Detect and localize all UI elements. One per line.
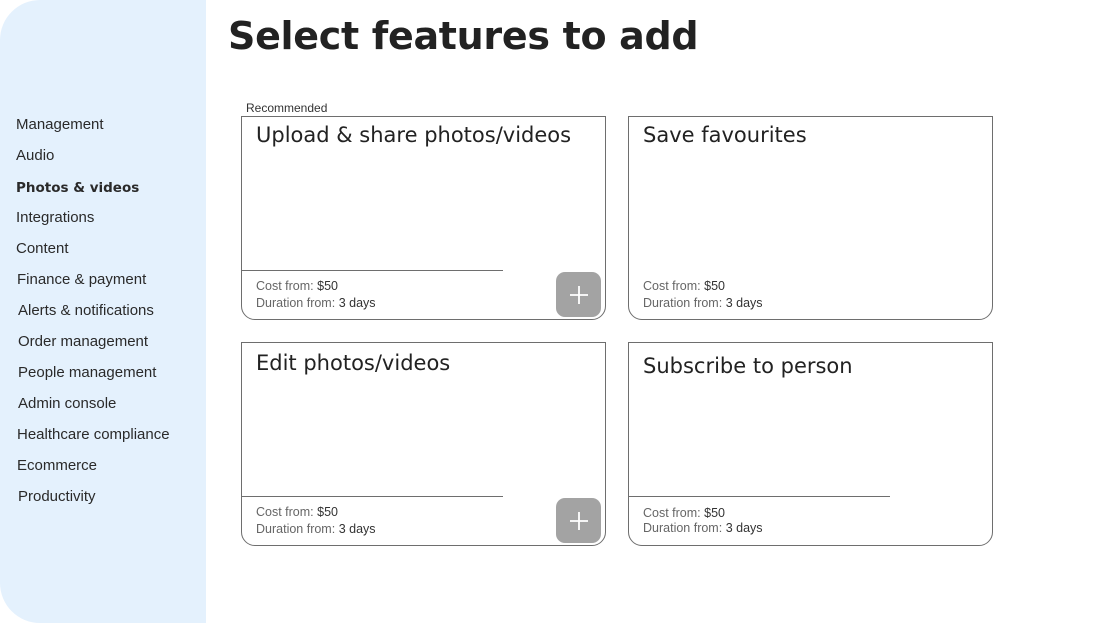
cost-label: Cost from: bbox=[643, 506, 701, 520]
cost-value: $50 bbox=[704, 506, 725, 520]
duration-row: Duration from: 3 days bbox=[643, 296, 763, 310]
cost-row: Cost from: $50 bbox=[643, 279, 725, 293]
sidebar-item-content[interactable]: Content bbox=[16, 240, 69, 257]
cost-value: $50 bbox=[317, 279, 338, 293]
page-title: Select features to add bbox=[228, 14, 699, 58]
sidebar-item-photos-videos[interactable]: Photos & videos bbox=[16, 180, 139, 196]
sidebar-item-finance-payment[interactable]: Finance & payment bbox=[17, 271, 146, 288]
feature-card-upload-share[interactable]: Upload & share photos/videos Cost from: … bbox=[241, 116, 606, 320]
feature-card-subscribe-person[interactable]: Subscribe to person Cost from: $50 Durat… bbox=[628, 342, 993, 546]
sidebar-item-healthcare-compliance[interactable]: Healthcare compliance bbox=[17, 426, 170, 443]
sidebar-item-integrations[interactable]: Integrations bbox=[16, 209, 94, 226]
sidebar-item-audio[interactable]: Audio bbox=[16, 147, 54, 164]
duration-value: 3 days bbox=[725, 521, 763, 535]
feature-card-edit-photos[interactable]: Edit photos/videos Cost from: $50 Durati… bbox=[241, 342, 606, 546]
card-divider bbox=[629, 496, 890, 497]
cost-label: Cost from: bbox=[643, 279, 701, 293]
cost-label: Cost from: bbox=[256, 279, 314, 293]
section-label-recommended: Recommended bbox=[246, 101, 328, 115]
sidebar-item-ecommerce[interactable]: Ecommerce bbox=[17, 457, 97, 474]
sidebar: Management Audio Photos & videos Integra… bbox=[0, 0, 206, 623]
add-feature-button[interactable] bbox=[556, 498, 601, 543]
sidebar-item-productivity[interactable]: Productivity bbox=[18, 488, 96, 505]
card-title: Upload & share photos/videos bbox=[256, 123, 572, 147]
card-divider bbox=[242, 496, 503, 497]
cost-row: Cost from: $50 bbox=[256, 505, 338, 519]
duration-value: 3 days bbox=[338, 522, 376, 536]
duration-value: 3 days bbox=[725, 296, 763, 310]
plus-icon bbox=[569, 285, 588, 304]
feature-card-save-favourites[interactable]: Save favourites Cost from: $50 Duration … bbox=[628, 116, 993, 320]
card-title: Save favourites bbox=[643, 123, 807, 147]
card-title: Edit photos/videos bbox=[256, 351, 451, 375]
duration-label: Duration from: bbox=[256, 522, 336, 536]
plus-icon bbox=[569, 511, 588, 530]
card-title: Subscribe to person bbox=[643, 354, 853, 378]
sidebar-item-admin-console[interactable]: Admin console bbox=[18, 395, 116, 412]
duration-row: Duration from: 3 days bbox=[256, 296, 376, 310]
add-feature-button[interactable] bbox=[556, 272, 601, 317]
duration-row: Duration from: 3 days bbox=[643, 521, 763, 535]
sidebar-item-people-management[interactable]: People management bbox=[18, 364, 156, 381]
cost-value: $50 bbox=[704, 279, 725, 293]
cost-row: Cost from: $50 bbox=[256, 279, 338, 293]
duration-label: Duration from: bbox=[256, 296, 336, 310]
card-divider bbox=[242, 270, 503, 271]
duration-row: Duration from: 3 days bbox=[256, 522, 376, 536]
sidebar-item-management[interactable]: Management bbox=[16, 116, 104, 133]
cost-label: Cost from: bbox=[256, 505, 314, 519]
cost-value: $50 bbox=[317, 505, 338, 519]
duration-label: Duration from: bbox=[643, 296, 723, 310]
sidebar-item-order-management[interactable]: Order management bbox=[18, 333, 148, 350]
sidebar-item-alerts-notifications[interactable]: Alerts & notifications bbox=[18, 302, 154, 319]
duration-label: Duration from: bbox=[643, 521, 723, 535]
cost-row: Cost from: $50 bbox=[643, 506, 725, 520]
duration-value: 3 days bbox=[338, 296, 376, 310]
